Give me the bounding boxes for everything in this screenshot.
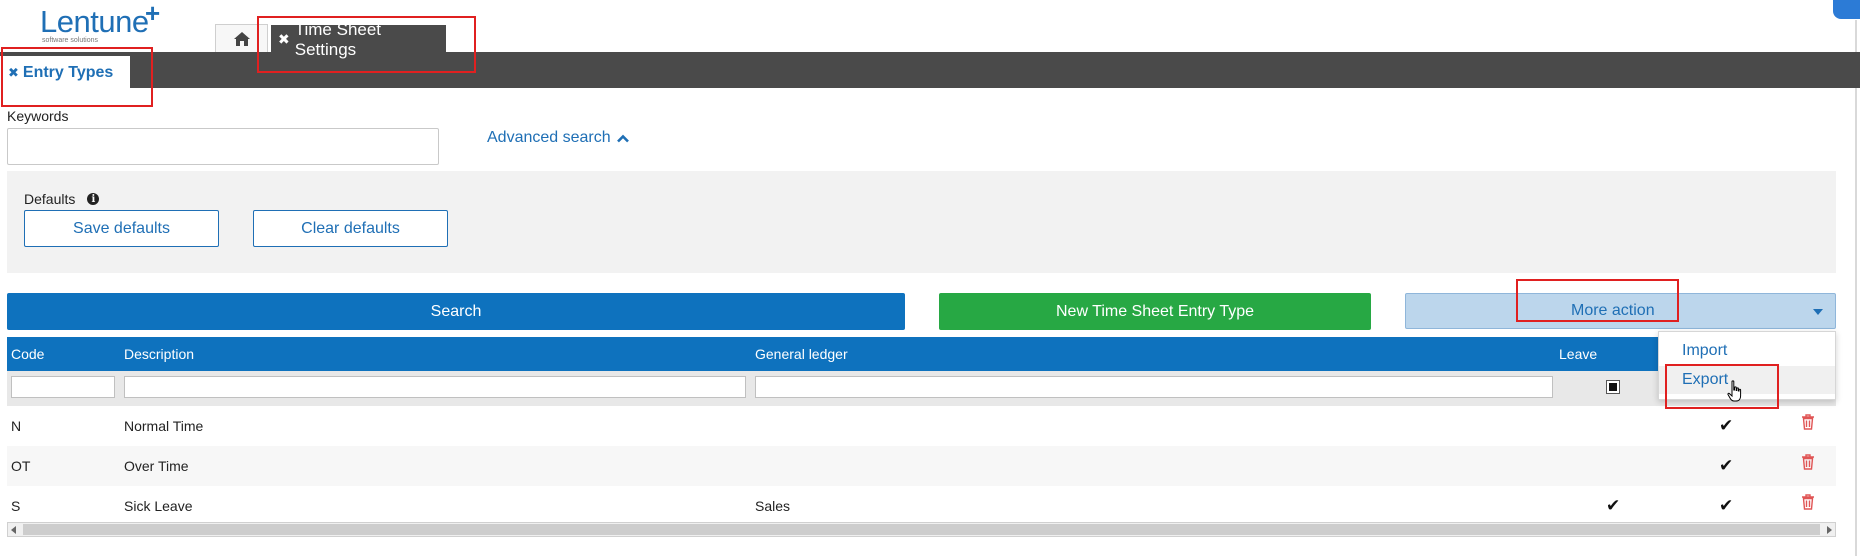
annotation-box xyxy=(1,47,153,107)
search-button[interactable]: Search xyxy=(7,293,905,330)
save-defaults-button[interactable]: Save defaults xyxy=(24,210,219,247)
filter-description-input[interactable] xyxy=(124,376,746,398)
cell-general-ledger: Sales xyxy=(755,498,791,514)
chevron-up-icon xyxy=(616,134,629,142)
annotation-box xyxy=(257,16,476,73)
defaults-heading: Defaults i xyxy=(24,191,100,207)
trash-icon[interactable] xyxy=(1801,494,1815,515)
scroll-right-icon[interactable] xyxy=(1827,526,1832,534)
advanced-search-label: Advanced search xyxy=(487,129,611,146)
active-check-icon: ✔ xyxy=(1719,496,1734,516)
leave-check-icon: ✔ xyxy=(1606,496,1621,516)
column-header-general-ledger[interactable]: General ledger xyxy=(755,346,848,362)
cell-code: OT xyxy=(11,458,31,474)
filter-general-ledger-input[interactable] xyxy=(755,376,1553,398)
scrollbar-thumb[interactable] xyxy=(23,524,1820,535)
new-entry-type-button[interactable]: New Time Sheet Entry Type xyxy=(939,293,1371,330)
filter-row xyxy=(7,371,1836,406)
clear-defaults-button[interactable]: Clear defaults xyxy=(253,210,448,247)
keywords-input[interactable] xyxy=(7,128,439,165)
cell-description: Over Time xyxy=(124,458,189,474)
menu-item-import[interactable]: Import xyxy=(1659,337,1835,365)
caret-down-icon[interactable] xyxy=(1813,309,1823,315)
filter-code-input[interactable] xyxy=(11,376,115,398)
cell-description: Sick Leave xyxy=(124,498,193,514)
cell-code: N xyxy=(11,418,22,434)
annotation-box xyxy=(1665,364,1779,409)
table-row[interactable]: N Normal Time ✔ xyxy=(7,406,1836,446)
cell-description: Normal Time xyxy=(124,418,204,434)
logo-plus: + xyxy=(145,0,161,28)
advanced-search-link[interactable]: Advanced search xyxy=(487,129,629,147)
trash-icon[interactable] xyxy=(1801,414,1815,435)
info-icon[interactable]: i xyxy=(87,193,100,205)
horizontal-scrollbar[interactable] xyxy=(7,522,1836,537)
defaults-label: Defaults xyxy=(24,191,76,207)
home-icon xyxy=(233,32,250,46)
vertical-scrollbar-track[interactable] xyxy=(1855,20,1857,556)
annotation-box xyxy=(1516,279,1679,322)
trash-icon[interactable] xyxy=(1801,454,1815,475)
active-check-icon: ✔ xyxy=(1719,456,1734,476)
logo-tagline: software solutions xyxy=(42,37,99,44)
table-row[interactable]: OT Over Time ✔ xyxy=(7,446,1836,486)
column-header-description[interactable]: Description xyxy=(124,346,194,362)
keywords-label: Keywords xyxy=(7,108,69,124)
page-scroll-stub xyxy=(1833,0,1860,19)
column-header-code[interactable]: Code xyxy=(11,346,44,362)
logo-name: Lentune xyxy=(40,4,149,39)
scroll-left-icon[interactable] xyxy=(11,526,16,534)
column-header-leave[interactable]: Leave xyxy=(1559,346,1597,362)
table-row[interactable]: S Sick Leave Sales ✔ ✔ xyxy=(7,486,1836,522)
filter-leave-checkbox[interactable] xyxy=(1606,380,1620,394)
lentune-logo: Lentune + software solutions xyxy=(40,0,170,48)
cell-code: S xyxy=(11,498,21,514)
table-header: Code Description General ledger Leave xyxy=(7,337,1836,371)
active-check-icon: ✔ xyxy=(1719,416,1734,436)
